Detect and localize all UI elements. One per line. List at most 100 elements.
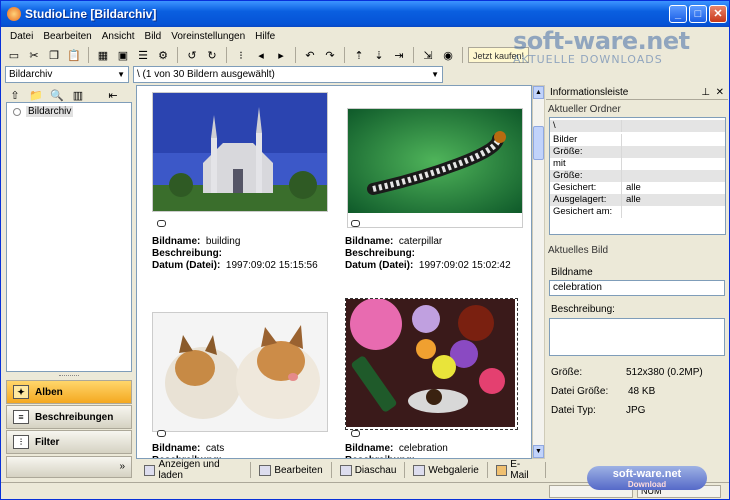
info-row: Größe: — [550, 170, 725, 182]
meta-cats: Bildname: cats Beschreibung: — [152, 443, 225, 458]
path-combo[interactable]: \ (1 von 30 Bildern ausgewählt) ▼ — [133, 66, 443, 83]
filetype-label: Datei Typ: — [551, 405, 596, 416]
image-name-field[interactable]: celebration — [549, 280, 725, 296]
image-view-icon[interactable]: ▣ — [114, 46, 132, 64]
nav-alben[interactable]: ✦ Alben — [6, 380, 132, 404]
redo-icon[interactable]: ↷ — [321, 46, 339, 64]
thumbnail-celebration[interactable] — [345, 298, 518, 430]
image-date: 1997:09:02 15:15:56 — [225, 260, 318, 271]
undo-icon[interactable]: ↶ — [301, 46, 319, 64]
watermark-badge-brand: soft-ware.net — [612, 468, 682, 480]
app-window: StudioLine [Bildarchiv] _ □ ✕ Datei Bear… — [0, 0, 730, 500]
image-name-label: Bildname — [551, 267, 593, 278]
forward-icon[interactable]: ▸ — [272, 46, 290, 64]
adjust-icon[interactable]: ⚙ — [154, 46, 172, 64]
menu-hilfe[interactable]: Hilfe — [250, 29, 280, 45]
splitter-grip[interactable] — [59, 375, 79, 377]
image-name: celebration — [398, 443, 448, 454]
title-bar: StudioLine [Bildarchiv] _ □ ✕ — [1, 1, 729, 27]
app-logo-icon — [7, 7, 21, 21]
thumbnail-caterpillar[interactable] — [347, 108, 523, 228]
thumbnail-cats[interactable] — [152, 312, 328, 432]
tree-item-label: Bildarchiv — [26, 106, 74, 117]
action-email[interactable]: E-Mail — [488, 459, 546, 481]
celebration-image — [346, 298, 515, 427]
nav-filter[interactable]: ⫶ Filter — [6, 430, 132, 454]
folder-info-grid: \ Bilder Größe: mit Unterordnern: Größe:… — [549, 117, 726, 235]
date-label: Datum (Datei): — [152, 260, 221, 271]
action-show-load[interactable]: Anzeigen und laden — [136, 459, 252, 481]
desc-label: Beschreibung: — [345, 248, 416, 259]
window-title: StudioLine [Bildarchiv] — [25, 7, 157, 21]
action-bar: Anzeigen und laden Bearbeiten Diaschau W… — [136, 459, 546, 481]
sort-desc-icon[interactable]: ⇣ — [370, 46, 388, 64]
caterpillar-image — [348, 109, 522, 213]
maximize-button[interactable]: □ — [689, 5, 707, 23]
info-panel-controls: ⊥ ✕ — [701, 85, 724, 100]
thumbnails-view-icon[interactable]: ▦ — [94, 46, 112, 64]
import-icon[interactable]: ⇥ — [390, 46, 408, 64]
list-view-icon[interactable]: ☰ — [134, 46, 152, 64]
description-icon: ≡ — [13, 410, 29, 424]
copy-icon[interactable]: ❐ — [45, 46, 63, 64]
menu-bearbeiten[interactable]: Bearbeiten — [38, 29, 96, 45]
name-label: Bildname: — [345, 443, 394, 454]
watermark-badge: soft-ware.net Download — [587, 466, 707, 490]
tree-item-bildarchiv[interactable]: Bildarchiv — [13, 106, 74, 117]
watermark: soft-ware.net AKTUELLE DOWNLOADS — [513, 27, 713, 71]
pin-icon[interactable]: ⊥ — [701, 87, 710, 98]
rotate-left-icon[interactable]: ↺ — [183, 46, 201, 64]
scroll-thumb[interactable] — [533, 126, 544, 160]
thumbnail-gallery: Bildname: building Beschreibung: Datum (… — [136, 85, 532, 459]
info-panel-header: Informationsleiste ⊥ ✕ — [546, 85, 728, 100]
nav-more-button[interactable]: » — [6, 456, 132, 478]
image-name: cats — [205, 443, 225, 454]
action-webgallery[interactable]: Webgalerie — [405, 462, 488, 478]
info-panel-title: Informationsleiste — [550, 87, 629, 98]
action-label: Webgalerie — [428, 464, 479, 476]
image-desc-label: Beschreibung: — [551, 304, 615, 315]
menu-ansicht[interactable]: Ansicht — [97, 29, 140, 45]
flag-icon — [157, 430, 166, 437]
nav-beschreibungen[interactable]: ≡ Beschreibungen — [6, 405, 132, 429]
back-icon[interactable]: ◂ — [252, 46, 270, 64]
sort-asc-icon[interactable]: ⇡ — [350, 46, 368, 64]
thumbnail-building[interactable] — [152, 92, 328, 212]
name-label: Bildname: — [152, 443, 201, 454]
close-icon[interactable]: ✕ — [716, 87, 724, 98]
gallery-scrollbar[interactable]: ▲ ▼ — [532, 85, 545, 459]
desc-label: Beschreibung: — [152, 248, 223, 259]
edit-icon — [259, 464, 272, 476]
menu-bild[interactable]: Bild — [140, 29, 167, 45]
paste-icon[interactable]: 📋 — [65, 46, 83, 64]
export-icon[interactable]: ⇲ — [419, 46, 437, 64]
flag-icon — [351, 220, 360, 227]
info-row: Gesichert: alle — [550, 182, 725, 194]
action-edit[interactable]: Bearbeiten — [251, 462, 332, 478]
main-toolbar: ▭ ✂ ❐ 📋 ▦ ▣ ☰ ⚙ ↺ ↻ ⁝ ◂ ▸ ↶ ↷ ⇡ ⇣ ⇥ ⇲ ◉ … — [5, 45, 565, 65]
nav-alben-label: Alben — [35, 386, 63, 398]
menu-bar: Datei Bearbeiten Ansicht Bild Voreinstel… — [5, 29, 280, 45]
nav-filter-label: Filter — [35, 436, 60, 448]
menu-datei[interactable]: Datei — [5, 29, 38, 45]
scroll-down-icon[interactable]: ▼ — [533, 445, 544, 458]
rotate-right-icon[interactable]: ↻ — [203, 46, 221, 64]
select-all-icon[interactable]: ⁝ — [232, 46, 250, 64]
menu-voreinstellungen[interactable]: Voreinstellungen — [166, 29, 250, 45]
watermark-badge-sub: Download — [627, 480, 667, 489]
close-button[interactable]: ✕ — [709, 5, 727, 23]
image-name: building — [205, 236, 241, 247]
cut-icon[interactable]: ✂ — [25, 46, 43, 64]
action-slideshow[interactable]: Diaschau — [332, 462, 406, 478]
info-row: Bilder — [550, 134, 725, 146]
archive-combo[interactable]: Bildarchiv ▼ — [5, 66, 129, 83]
scroll-up-icon[interactable]: ▲ — [533, 86, 544, 99]
burn-icon[interactable]: ◉ — [439, 46, 457, 64]
action-label: Diaschau — [354, 464, 397, 476]
desc-label: Beschreibung: — [345, 455, 415, 458]
new-icon[interactable]: ▭ — [5, 46, 23, 64]
name-label: Bildname: — [152, 236, 201, 247]
info-row: Gesichert am: — [550, 206, 725, 218]
minimize-button[interactable]: _ — [669, 5, 687, 23]
image-desc-field[interactable] — [549, 318, 725, 356]
